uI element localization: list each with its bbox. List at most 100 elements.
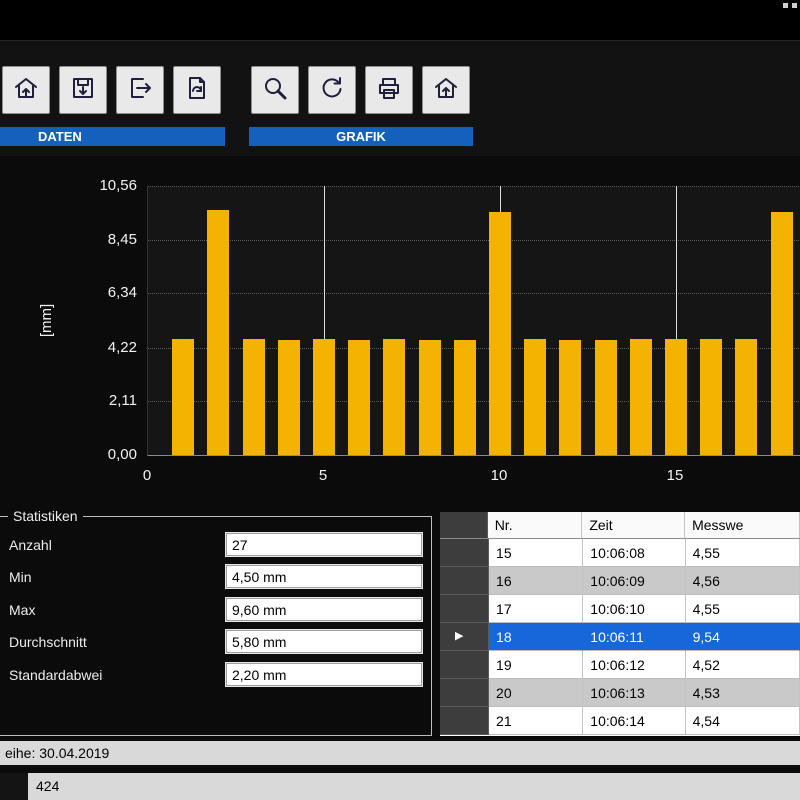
chart-plot-area <box>147 186 800 456</box>
chart-bar <box>735 339 757 455</box>
chart-bar <box>454 340 476 455</box>
chart-bar <box>243 339 265 455</box>
print-button[interactable] <box>365 66 413 114</box>
cell-zeit: 10:06:11 <box>583 623 685 651</box>
cell-nr: 16 <box>489 567 583 595</box>
toolbar-group-label-grafik: GRAFIK <box>249 127 473 146</box>
stat-row: Standardabwei <box>0 663 431 687</box>
stat-label-durchschnitt: Durchschnitt <box>9 634 87 650</box>
exit-door-icon <box>127 75 153 106</box>
cell-messwert: 4,52 <box>686 651 800 679</box>
series-date-text: eihe: 30.04.2019 <box>5 745 109 761</box>
header-zeit[interactable]: Zeit <box>582 512 685 538</box>
cell-messwert: 4,56 <box>686 567 800 595</box>
stat-label-anzahl: Anzahl <box>9 537 52 553</box>
toolbar-group-label-daten: DATEN <box>0 127 225 146</box>
table-row[interactable]: 17 10:06:10 4,55 <box>440 595 800 623</box>
stat-value-durchschnitt[interactable] <box>226 630 422 653</box>
printer-icon <box>376 75 402 106</box>
home-button[interactable] <box>422 66 470 114</box>
cell-messwert: 4,54 <box>686 707 800 735</box>
cell-zeit: 10:06:14 <box>583 707 685 735</box>
refresh-button[interactable] <box>308 66 356 114</box>
zoom-button[interactable] <box>251 66 299 114</box>
cell-messwert: 4,53 <box>686 679 800 707</box>
cell-messwert: 9,54 <box>686 623 800 651</box>
y-tick-label: 6,34 <box>87 284 137 301</box>
stat-row: Durchschnitt <box>0 630 431 654</box>
row-selector[interactable] <box>440 707 489 735</box>
recycle-icon <box>319 75 345 106</box>
x-tick-label: 0 <box>127 467 167 484</box>
x-tick-label: 10 <box>479 467 519 484</box>
row-selector[interactable] <box>440 595 489 623</box>
chart-bar <box>700 339 722 455</box>
gridline-horizontal <box>148 186 800 187</box>
document-arrow-icon <box>184 75 210 106</box>
chart-bar <box>348 340 370 455</box>
chart-bar <box>419 340 441 455</box>
application-window: DATEN GRAFIK [mm] 0,00 2,11 4,22 6,34 8,45 10… <box>0 0 800 800</box>
chart-bar <box>630 339 652 455</box>
exit-button[interactable] <box>116 66 164 114</box>
chart-bar <box>278 340 300 455</box>
header-nr[interactable]: Nr. <box>488 512 583 538</box>
stat-value-standardabwei[interactable] <box>226 663 422 686</box>
cell-zeit: 10:06:08 <box>583 539 685 567</box>
cell-zeit: 10:06:09 <box>583 567 685 595</box>
stat-value-min[interactable] <box>226 565 422 588</box>
table-row[interactable]: 16 10:06:09 4,56 <box>440 567 800 595</box>
chart-bar <box>771 212 793 455</box>
stat-row: Max <box>0 598 431 622</box>
stat-label-max: Max <box>9 602 35 618</box>
row-selector[interactable] <box>440 567 489 595</box>
row-selector[interactable] <box>440 651 489 679</box>
stat-value-anzahl[interactable] <box>226 533 422 556</box>
y-tick-label: 4,22 <box>87 339 137 356</box>
header-row-selector <box>440 512 488 538</box>
measurement-table: Nr. Zeit Messwe 15 10:06:08 4,55 16 10:0… <box>440 512 800 736</box>
y-tick-label: 10,56 <box>87 177 137 194</box>
chart-bar <box>559 340 581 455</box>
table-row-selected[interactable]: ▶ 18 10:06:11 9,54 <box>440 623 800 651</box>
gridline-horizontal <box>148 240 800 241</box>
cell-nr: 20 <box>489 679 583 707</box>
table-row[interactable]: 21 10:06:14 4,54 <box>440 707 800 735</box>
chart-bar <box>489 212 511 455</box>
status-count-text: 424 <box>36 773 59 800</box>
y-tick-label: 8,45 <box>87 231 137 248</box>
status-dark-block <box>0 773 28 800</box>
row-selector[interactable]: ▶ <box>440 623 489 651</box>
table-header: Nr. Zeit Messwe <box>440 512 800 539</box>
chart-bar <box>207 210 229 455</box>
title-bar <box>0 0 800 40</box>
y-tick-label: 0,00 <box>87 446 137 463</box>
table-row[interactable]: 20 10:06:13 4,53 <box>440 679 800 707</box>
window-controls[interactable] <box>783 3 797 8</box>
home-arrow-icon <box>433 75 459 106</box>
table-row[interactable]: 19 10:06:12 4,52 <box>440 651 800 679</box>
selected-row-arrow-icon: ▶ <box>455 630 463 642</box>
gridline-horizontal <box>148 293 800 294</box>
row-selector[interactable] <box>440 679 489 707</box>
chart-bar <box>524 339 546 455</box>
cell-nr: 19 <box>489 651 583 679</box>
load-button[interactable] <box>2 66 50 114</box>
cell-nr: 18 <box>489 623 583 651</box>
y-tick-label: 2,11 <box>87 392 137 409</box>
report-button[interactable] <box>173 66 221 114</box>
header-messwert[interactable]: Messwe <box>685 512 800 538</box>
magnifier-icon <box>262 75 288 106</box>
x-tick-label: 15 <box>655 467 695 484</box>
row-selector[interactable] <box>440 539 489 567</box>
table-row[interactable]: 15 10:06:08 4,55 <box>440 539 800 567</box>
status-bar-bottom: 424 <box>0 773 800 800</box>
cell-zeit: 10:06:10 <box>583 595 685 623</box>
stat-row: Anzahl <box>0 533 431 557</box>
stat-label-standardabwei: Standardabwei <box>9 667 102 683</box>
y-axis-label: [mm] <box>38 304 55 337</box>
cell-zeit: 10:06:12 <box>583 651 685 679</box>
chart-bar <box>313 339 335 455</box>
stat-value-max[interactable] <box>226 598 422 621</box>
save-button[interactable] <box>59 66 107 114</box>
